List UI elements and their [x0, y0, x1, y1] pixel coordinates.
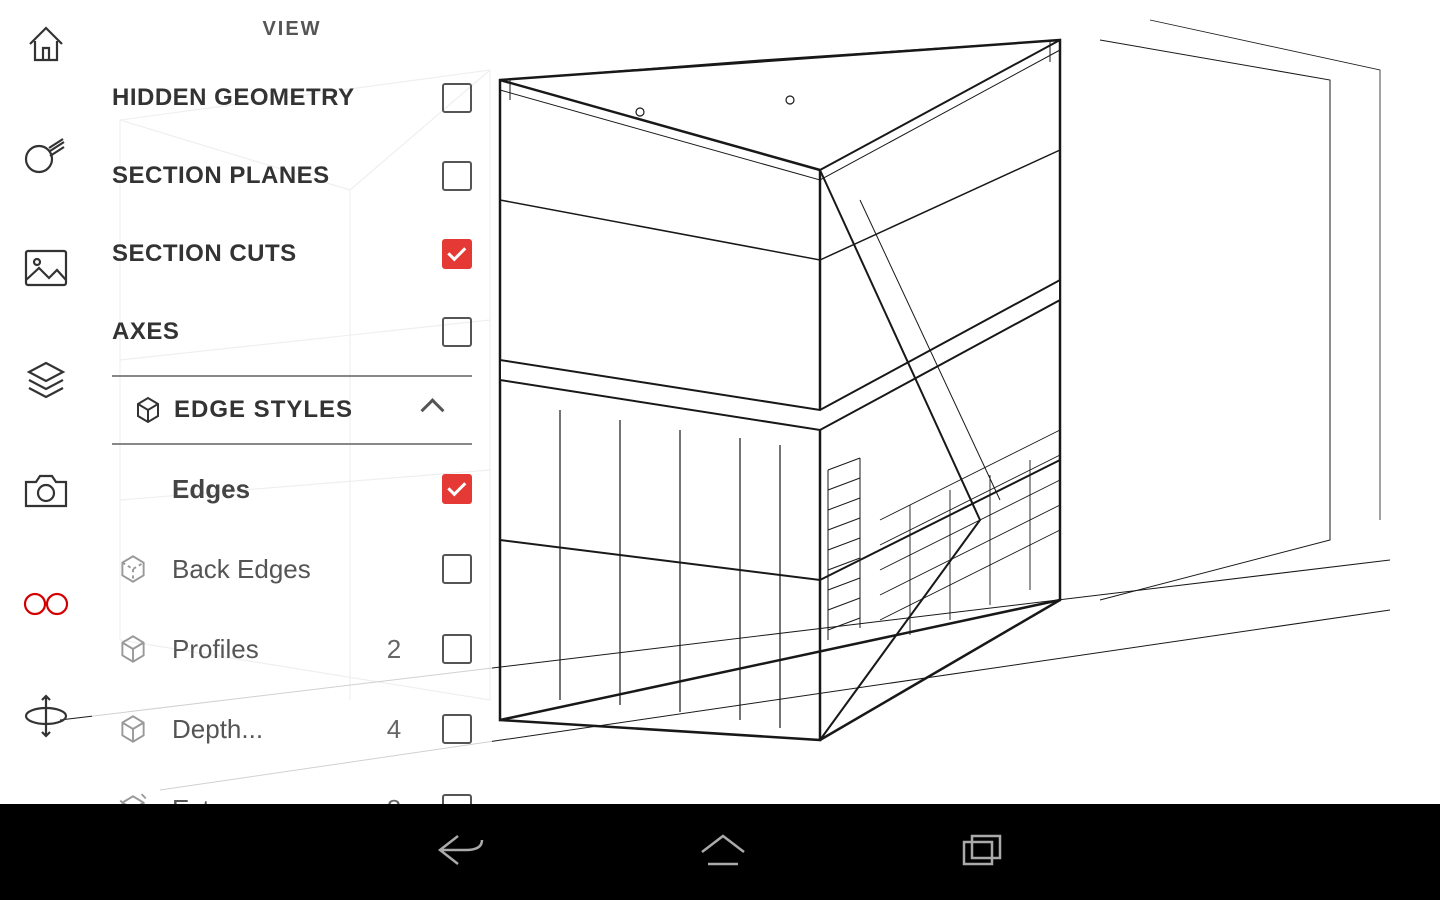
back-button[interactable]: [434, 830, 488, 875]
panel-title: VIEW: [92, 18, 492, 41]
option-axes[interactable]: AXES: [92, 293, 492, 371]
option-label: SECTION CUTS: [112, 240, 442, 268]
camera-button[interactable]: [18, 464, 74, 520]
checkbox[interactable]: [442, 83, 472, 113]
option-section-planes[interactable]: SECTION PLANES: [92, 137, 492, 215]
checkbox[interactable]: [442, 239, 472, 269]
cube-icon: [116, 632, 172, 666]
option-label: Back Edges: [172, 554, 376, 585]
cube-ext-icon: [116, 792, 172, 804]
option-value: 8: [376, 794, 412, 805]
option-label: Depth...: [172, 714, 376, 745]
left-toolbar: [0, 0, 92, 820]
chevron-up-icon: [424, 396, 452, 424]
section-label: EDGE STYLES: [174, 396, 424, 424]
view-styles-button[interactable]: [18, 576, 74, 632]
cube-dashed-icon: [116, 552, 172, 586]
option-label: Edges: [172, 474, 376, 505]
checkbox[interactable]: [442, 714, 472, 744]
option-label: HIDDEN GEOMETRY: [112, 84, 442, 112]
edge-option-depth[interactable]: Depth... 4: [92, 689, 492, 769]
section-edge-styles[interactable]: EDGE STYLES: [112, 375, 472, 445]
option-label: Extens...: [172, 794, 376, 805]
checkbox[interactable]: [442, 634, 472, 664]
checkbox[interactable]: [442, 474, 472, 504]
layers-button[interactable]: [18, 352, 74, 408]
checkbox[interactable]: [442, 161, 472, 191]
edge-option-back-edges[interactable]: Back Edges: [92, 529, 492, 609]
view-panel: VIEW HIDDEN GEOMETRY SECTION PLANES SECT…: [92, 0, 492, 804]
checkbox[interactable]: [442, 554, 472, 584]
option-hidden-geometry[interactable]: HIDDEN GEOMETRY: [92, 59, 492, 137]
option-value: 2: [376, 634, 412, 665]
measure-button[interactable]: [18, 128, 74, 184]
orbit-button[interactable]: [18, 688, 74, 744]
checkbox[interactable]: [442, 317, 472, 347]
edge-option-profiles[interactable]: Profiles 2: [92, 609, 492, 689]
option-label: SECTION PLANES: [112, 162, 442, 190]
android-nav-bar: [0, 804, 1440, 900]
option-label: AXES: [112, 318, 442, 346]
edge-option-extensions[interactable]: Extens... 8: [92, 769, 492, 804]
recent-apps-button[interactable]: [958, 830, 1006, 875]
home-button[interactable]: [698, 830, 748, 875]
option-section-cuts[interactable]: SECTION CUTS: [92, 215, 492, 293]
checkbox[interactable]: [442, 794, 472, 804]
option-value: 4: [376, 714, 412, 745]
edge-option-edges[interactable]: Edges: [92, 449, 492, 529]
option-label: Profiles: [172, 634, 376, 665]
cube-icon: [116, 712, 172, 746]
cube-wire-icon: [132, 394, 174, 426]
image-button[interactable]: [18, 240, 74, 296]
home-button[interactable]: [18, 16, 74, 72]
